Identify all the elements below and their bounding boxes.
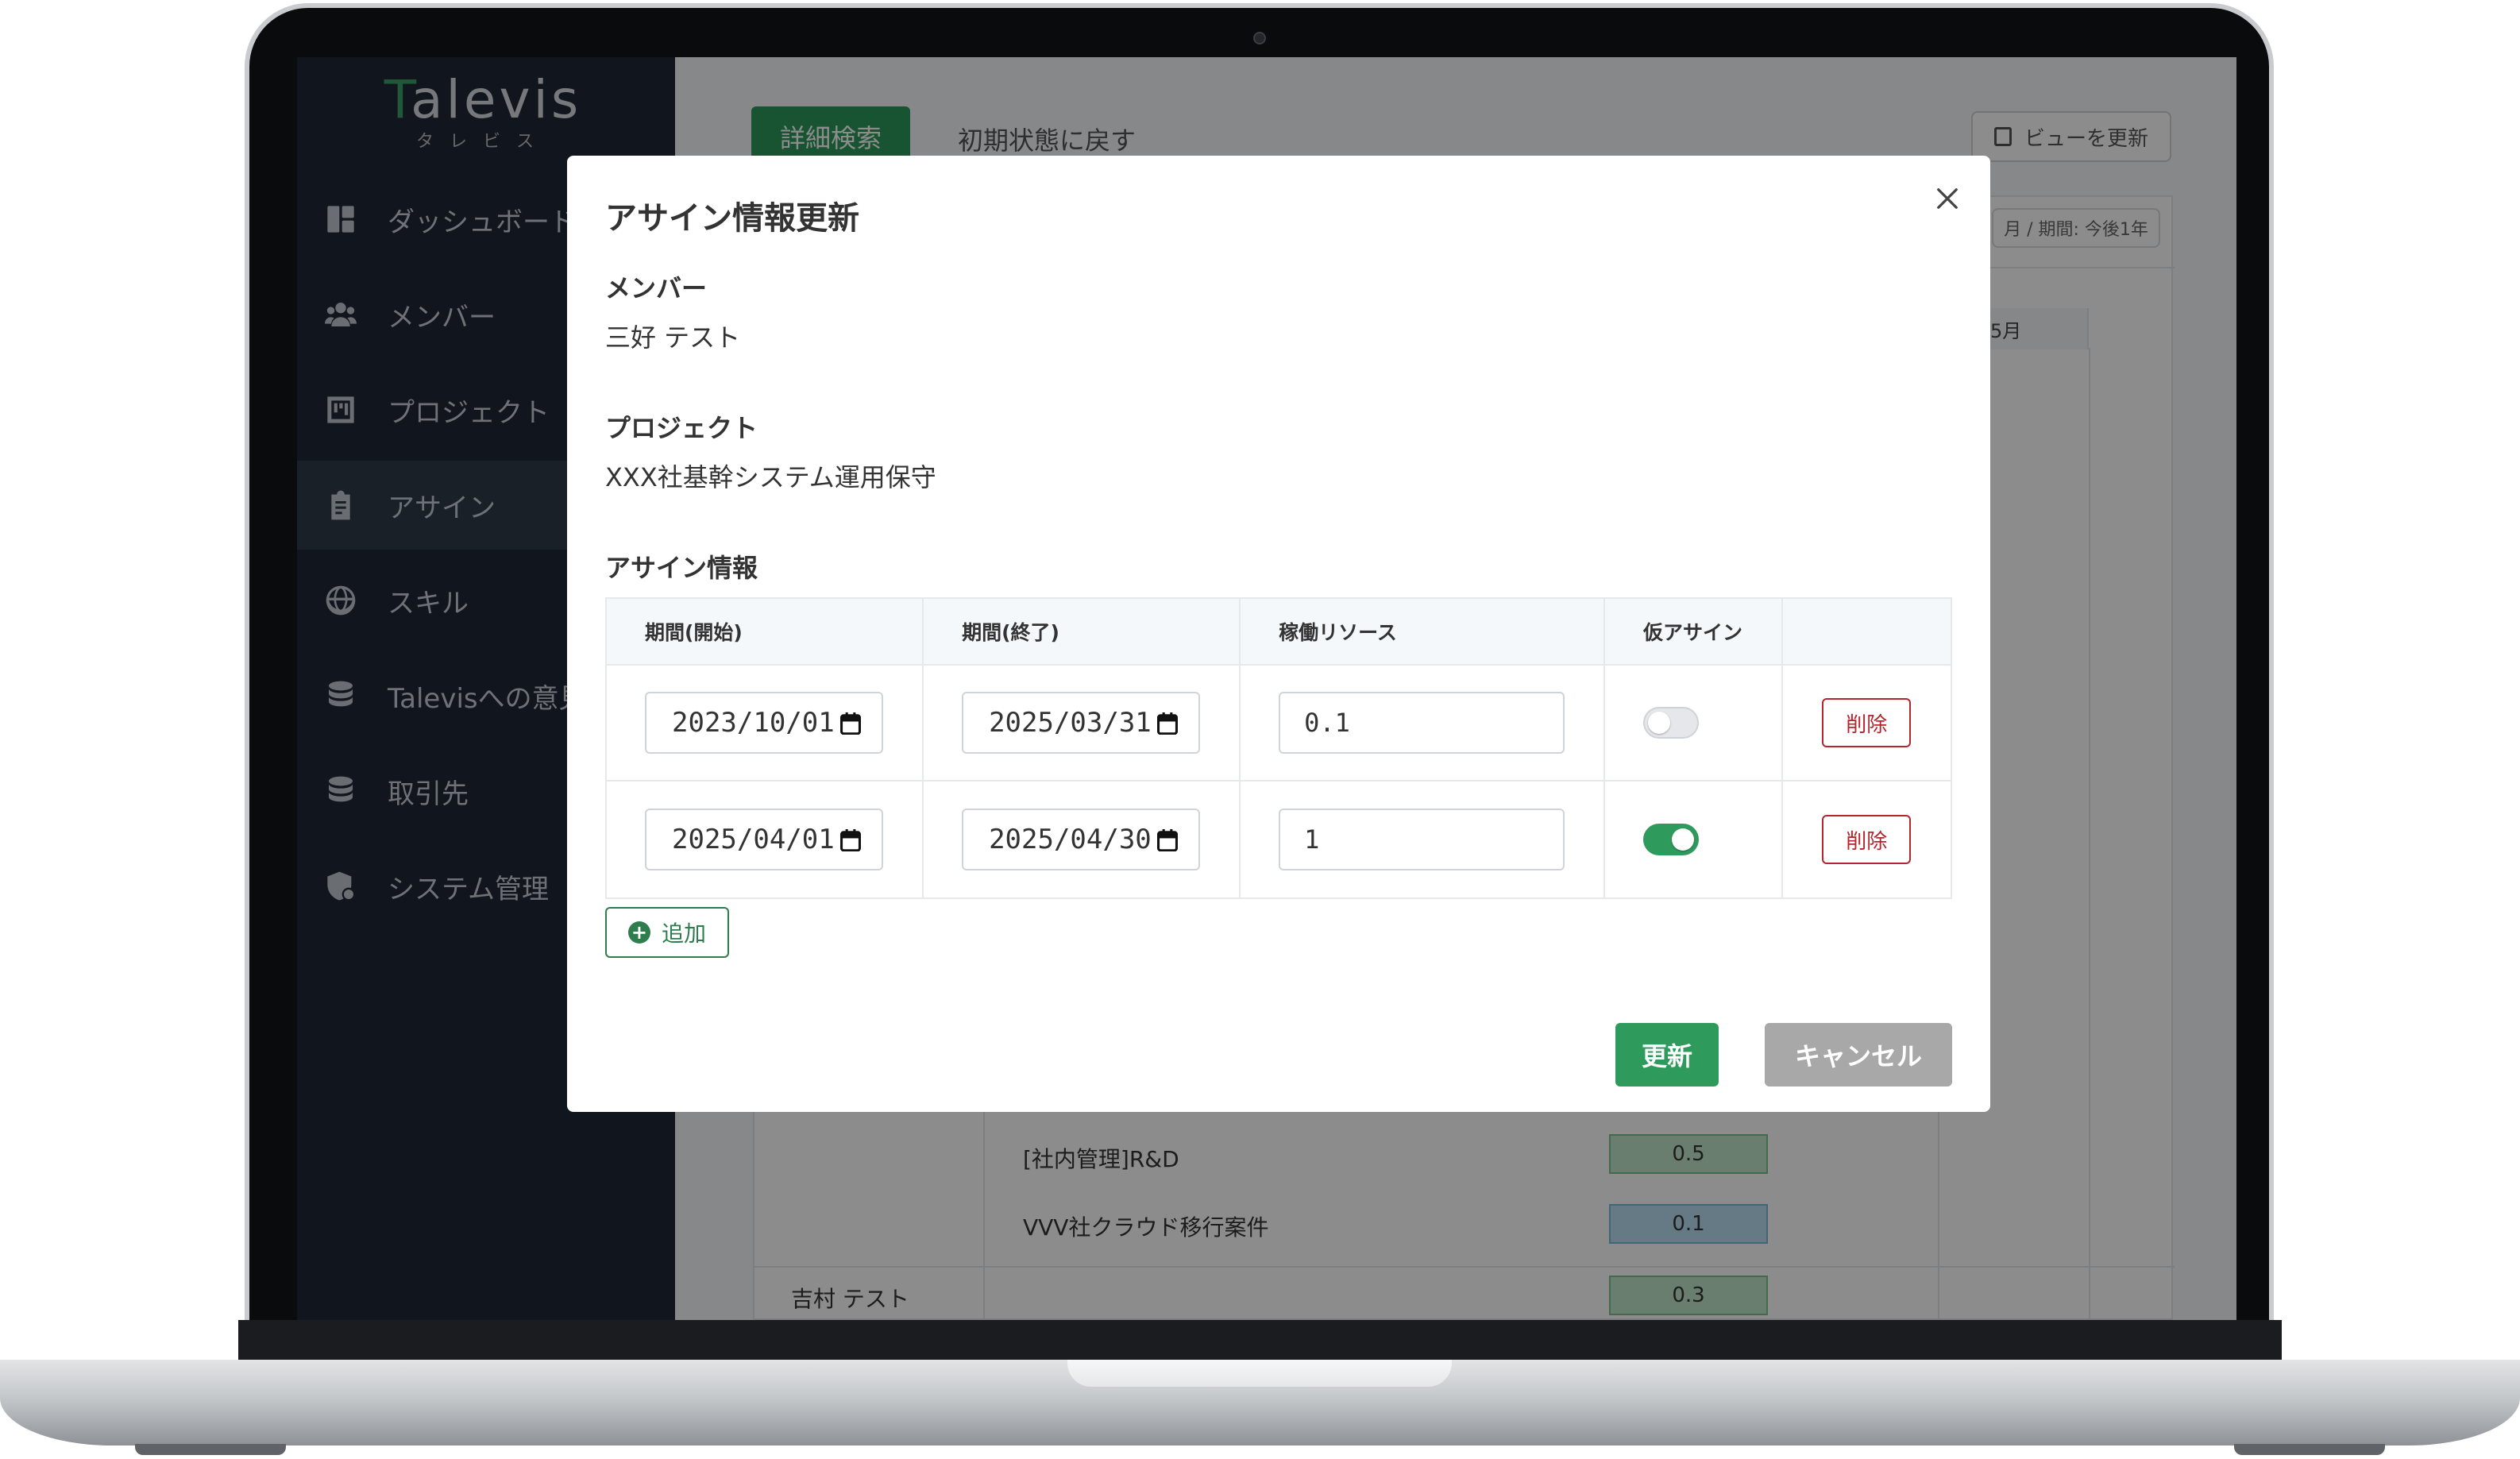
toggle-knob	[1648, 712, 1671, 734]
add-row-label: 追加	[661, 921, 706, 947]
tentative-toggle[interactable]	[1643, 824, 1700, 855]
start-date-input[interactable]: 2023/10/01	[645, 692, 883, 754]
calendar-icon[interactable]	[840, 829, 861, 851]
tentative-toggle[interactable]	[1643, 707, 1700, 739]
member-label: メンバー	[605, 273, 708, 303]
start-date-value: 2025/04/01	[672, 824, 835, 855]
camera-icon	[1253, 32, 1266, 44]
start-date-input[interactable]: 2025/04/01	[645, 809, 883, 870]
tentative-cell	[1605, 782, 1783, 897]
start-cell: 2023/10/01	[607, 666, 924, 780]
calendar-icon[interactable]	[1157, 712, 1179, 735]
assign-info-label: アサイン情報	[605, 553, 758, 583]
member-value: 三好 テスト	[605, 322, 741, 353]
screen: Talevis タレビス ダッシュボード メンバー プロジェクト アサイン スキ…	[297, 57, 2236, 1320]
project-label: プロジェクト	[605, 413, 758, 443]
end-date-value: 2025/03/31	[989, 707, 1152, 739]
calendar-icon[interactable]	[840, 712, 861, 735]
table-row: 2025/04/01 2025/04/30 1 削除	[607, 782, 1951, 897]
laptop-foot	[135, 1444, 286, 1455]
start-date-value: 2023/10/01	[672, 707, 835, 739]
end-cell: 2025/03/31	[924, 666, 1241, 780]
laptop-foot	[2234, 1444, 2385, 1455]
column-header-actions	[1783, 599, 1951, 664]
assign-table: 期間(開始) 期間(終了) 稼働リソース 仮アサイン 2023/10/01 20…	[605, 597, 1952, 899]
end-date-value: 2025/04/30	[989, 824, 1152, 855]
cancel-button[interactable]: キャンセル	[1765, 1023, 1952, 1087]
project-value: XXX社基幹システム運用保守	[605, 462, 936, 492]
delete-button[interactable]: 削除	[1822, 815, 1912, 864]
column-header-end: 期間(終了)	[924, 599, 1241, 664]
tentative-cell	[1605, 666, 1783, 780]
action-cell: 削除	[1783, 782, 1951, 897]
laptop-notch	[1067, 1360, 1452, 1387]
column-header-tentative: 仮アサイン	[1605, 599, 1783, 664]
close-icon	[1937, 188, 1958, 209]
resource-input[interactable]: 0.1	[1279, 692, 1565, 754]
table-header: 期間(開始) 期間(終了) 稼働リソース 仮アサイン	[607, 599, 1951, 666]
calendar-icon[interactable]	[1157, 829, 1179, 851]
laptop-chin	[238, 1320, 2282, 1360]
action-cell: 削除	[1783, 666, 1951, 780]
end-date-input[interactable]: 2025/04/30	[962, 809, 1201, 870]
delete-button[interactable]: 削除	[1822, 698, 1912, 747]
table-row: 2023/10/01 2025/03/31 0.1 削除	[607, 666, 1951, 782]
resource-input[interactable]: 1	[1279, 809, 1565, 870]
assign-update-modal: アサイン情報更新 メンバー 三好 テスト プロジェクト XXX社基幹システム運用…	[567, 156, 1990, 1112]
close-button[interactable]	[1925, 176, 1970, 221]
end-date-input[interactable]: 2025/03/31	[962, 692, 1201, 754]
column-header-start: 期間(開始)	[607, 599, 924, 664]
column-header-resource: 稼働リソース	[1241, 599, 1606, 664]
toggle-knob	[1672, 828, 1695, 851]
resource-cell: 0.1	[1241, 666, 1606, 780]
resource-cell: 1	[1241, 782, 1606, 897]
modal-title: アサイン情報更新	[605, 200, 859, 237]
update-button[interactable]: 更新	[1615, 1023, 1719, 1087]
plus-circle-icon: +	[627, 921, 650, 944]
start-cell: 2025/04/01	[607, 782, 924, 897]
end-cell: 2025/04/30	[924, 782, 1241, 897]
add-row-button[interactable]: + 追加	[605, 907, 729, 958]
